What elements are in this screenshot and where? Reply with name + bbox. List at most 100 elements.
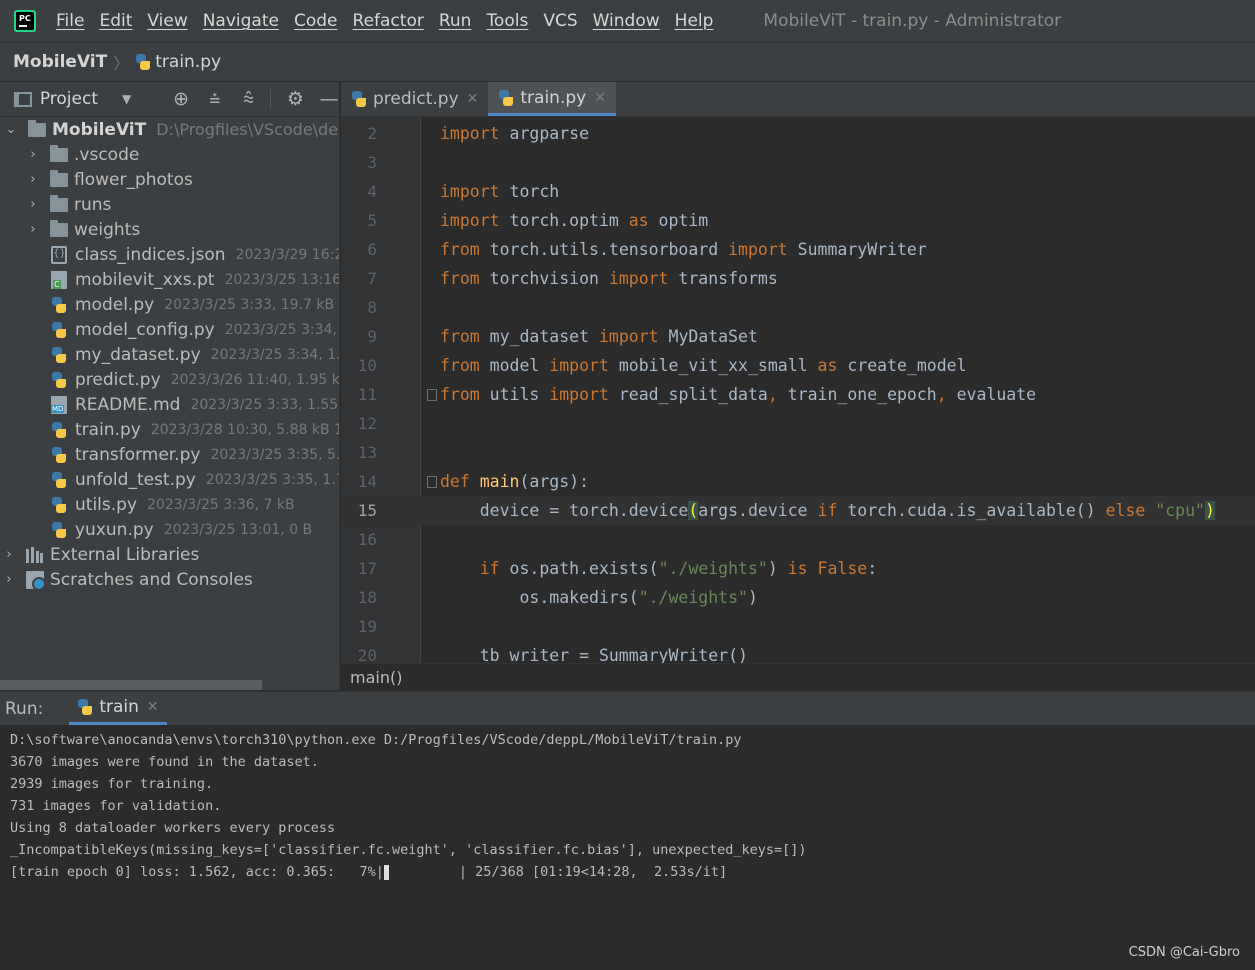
code-line[interactable]: 11 from utils import read_split_data, tra… xyxy=(341,380,1255,409)
code-editor[interactable]: 2 import argparse 3 4 import torch 5 import to… xyxy=(341,117,1255,663)
tree-scratches[interactable]: › Scratches and Consoles xyxy=(2,567,253,592)
tree-file[interactable]: mobilevit_xxs.pt 2023/3/25 13:16, 5.2 xyxy=(51,267,339,292)
project-view-icon xyxy=(14,91,32,107)
tree-file-meta: 2023/3/25 3:33, 19.7 kB xyxy=(164,296,335,313)
expand-all-icon[interactable]: ⩮ xyxy=(205,88,225,110)
breadcrumb-file[interactable]: train.py xyxy=(155,52,221,72)
code-text: from torchvision import transforms xyxy=(440,269,778,288)
code-line[interactable]: 3 xyxy=(341,148,1255,177)
tree-file[interactable]: utils.py 2023/3/25 3:36, 7 kB xyxy=(51,492,295,517)
scratches-icon xyxy=(26,570,46,591)
console-progress-line: [train epoch 0] loss: 1.562, acc: 0.365:… xyxy=(10,861,1255,883)
tree-file[interactable]: README.md 2023/3/25 3:33, 1.55 kB xyxy=(51,392,339,417)
code-line[interactable]: 20 tb_writer = SummaryWriter() xyxy=(341,641,1255,663)
code-line[interactable]: 17 if os.path.exists("./weights") is Fal… xyxy=(341,554,1255,583)
tree-folder[interactable]: › weights xyxy=(26,217,140,242)
code-line[interactable]: 14 def main(args): xyxy=(341,467,1255,496)
line-number: 20 xyxy=(357,646,377,663)
tree-file[interactable]: predict.py 2023/3/26 11:40, 1.95 kB 34 xyxy=(51,367,339,392)
chevron-right-icon[interactable]: › xyxy=(26,172,40,187)
tab-predict-py[interactable]: predict.py ✕ xyxy=(341,82,488,116)
run-console[interactable]: D:\software\anocanda\envs\torch310\pytho… xyxy=(0,725,1255,970)
menu-vcs[interactable]: VCS xyxy=(543,11,577,31)
chevron-right-icon[interactable]: › xyxy=(2,547,16,562)
chevron-right-icon[interactable]: › xyxy=(26,147,40,162)
menu-window[interactable]: Window xyxy=(593,11,660,31)
menu-run[interactable]: Run xyxy=(439,11,472,31)
code-line[interactable]: 2 import argparse xyxy=(341,119,1255,148)
code-line[interactable]: 15 device = torch.device(args.device if … xyxy=(341,496,1255,525)
code-line[interactable]: 8 xyxy=(341,293,1255,322)
code-line[interactable]: 13 xyxy=(341,438,1255,467)
tree-file[interactable]: train.py 2023/3/28 10:30, 5.88 kB 13 m xyxy=(51,417,339,442)
project-view-selector[interactable]: Project xyxy=(40,89,98,109)
menu-edit[interactable]: Edit xyxy=(99,11,132,31)
code-line[interactable]: 7 from torchvision import transforms xyxy=(341,264,1255,293)
close-icon[interactable]: ✕ xyxy=(594,90,606,106)
tree-file[interactable]: model.py 2023/3/25 3:33, 19.7 kB xyxy=(51,292,334,317)
tree-file[interactable]: model_config.py 2023/3/25 3:34, 5.78 xyxy=(51,317,339,342)
console-line: 3670 images were found in the dataset. xyxy=(10,754,319,770)
menu-tools[interactable]: Tools xyxy=(486,11,528,31)
run-tab-label: train xyxy=(99,697,139,717)
menu-view[interactable]: View xyxy=(147,11,187,31)
tree-file-name: mobilevit_xxs.pt xyxy=(75,269,215,290)
tree-file-meta: 2023/3/25 3:36, 7 kB xyxy=(147,496,295,513)
fold-marker-icon[interactable] xyxy=(427,475,437,488)
code-line[interactable]: 4 import torch xyxy=(341,177,1255,206)
code-text: from model import mobile_vit_xx_small as… xyxy=(440,356,967,375)
tree-file[interactable]: my_dataset.py 2023/3/25 3:34, 1.17 kB xyxy=(51,342,339,367)
code-line[interactable]: 16 xyxy=(341,525,1255,554)
horizontal-scrollbar[interactable] xyxy=(0,680,262,690)
chevron-down-icon[interactable]: ⌄ xyxy=(4,122,18,137)
fold-marker-icon[interactable] xyxy=(427,388,437,401)
console-line: 731 images for validation. xyxy=(10,798,222,814)
tree-folder[interactable]: › .vscode xyxy=(26,142,139,167)
menu-help[interactable]: Help xyxy=(675,11,714,31)
tree-file[interactable]: class_indices.json 2023/3/29 16:27, 10 xyxy=(51,242,339,267)
tree-file[interactable]: transformer.py 2023/3/25 3:35, 5.01 k xyxy=(51,442,339,467)
tree-root[interactable]: ⌄ MobileViT D:\Progfiles\VScode\deppL\Mo… xyxy=(4,117,339,142)
code-line[interactable]: 9 from my_dataset import MyDataSet xyxy=(341,322,1255,351)
close-icon[interactable]: ✕ xyxy=(467,91,479,107)
tab-label: train.py xyxy=(520,87,587,108)
menu-code[interactable]: Code xyxy=(294,11,338,31)
code-line[interactable]: 6 from torch.utils.tensorboard import Sum… xyxy=(341,235,1255,264)
tree-file[interactable]: yuxun.py 2023/3/25 13:01, 0 B xyxy=(51,517,312,542)
tree-folder[interactable]: › runs xyxy=(26,192,111,217)
menu-file[interactable]: File xyxy=(56,11,84,31)
pycharm-logo-icon[interactable]: PC xyxy=(14,10,36,32)
tree-external-libraries[interactable]: › External Libraries xyxy=(2,542,199,567)
window-title: MobileViT - train.py - Administrator xyxy=(763,11,1062,31)
gear-icon[interactable]: ⚙ xyxy=(285,88,305,110)
line-number: 14 xyxy=(357,472,377,491)
chevron-right-icon[interactable]: › xyxy=(2,572,16,587)
collapse-all-icon[interactable]: ⩯ xyxy=(239,88,259,110)
code-line[interactable]: 5 import torch.optim as optim xyxy=(341,206,1255,235)
menu-navigate[interactable]: Navigate xyxy=(203,11,279,31)
tree-file-name: my_dataset.py xyxy=(75,344,201,365)
menu-refactor[interactable]: Refactor xyxy=(353,11,424,31)
hide-panel-icon[interactable]: — xyxy=(319,88,339,110)
tree-folder[interactable]: › flower_photos xyxy=(26,167,193,192)
code-line[interactable]: 19 xyxy=(341,612,1255,641)
close-icon[interactable]: ✕ xyxy=(147,699,159,715)
line-number: 7 xyxy=(367,269,377,288)
python-file-icon xyxy=(51,446,67,463)
python-file-icon xyxy=(77,699,93,715)
tree-file[interactable]: unfold_test.py 2023/3/25 3:35, 1.75 kB xyxy=(51,467,339,492)
chevron-down-icon[interactable]: ▼ xyxy=(122,92,131,106)
chevron-right-icon[interactable]: › xyxy=(26,222,40,237)
run-tab-train[interactable]: train ✕ xyxy=(69,692,167,725)
locate-file-icon[interactable]: ⊕ xyxy=(171,88,191,110)
code-line[interactable]: 12 xyxy=(341,409,1255,438)
breadcrumb-project[interactable]: MobileViT xyxy=(13,52,107,72)
chevron-right-icon[interactable]: › xyxy=(26,197,40,212)
tab-train-py[interactable]: train.py ✕ xyxy=(488,82,616,116)
code-line[interactable]: 18 os.makedirs("./weights") xyxy=(341,583,1255,612)
code-context-breadcrumb[interactable]: main() xyxy=(341,663,1255,691)
context-function[interactable]: main() xyxy=(350,668,402,687)
tree-file-name: yuxun.py xyxy=(75,519,154,540)
line-number: 12 xyxy=(357,414,377,433)
code-line[interactable]: 10 from model import mobile_vit_xx_small … xyxy=(341,351,1255,380)
